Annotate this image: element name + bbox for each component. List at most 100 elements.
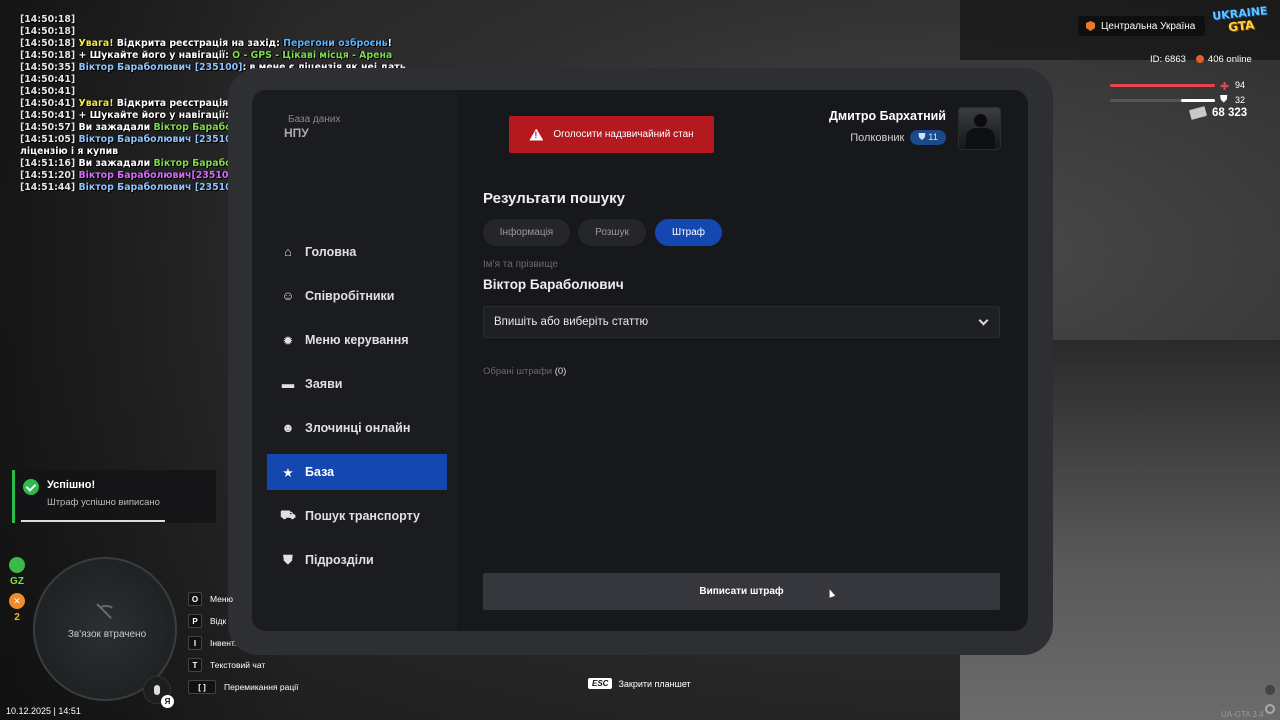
key-hint: [ ] Перемикання рації bbox=[188, 676, 298, 698]
esc-key: ESC bbox=[588, 678, 613, 689]
money-display: 68 323 bbox=[1188, 106, 1248, 120]
check-icon bbox=[23, 479, 39, 495]
voice-badge: Я bbox=[161, 695, 174, 708]
key-label: Перемикання рації bbox=[224, 682, 299, 692]
armor-value: 32 bbox=[1235, 95, 1246, 105]
key-hint: I Інвент. bbox=[188, 632, 298, 654]
sidebar-item-2[interactable]: ☺ Співробітники bbox=[267, 278, 447, 314]
chat-segment: [14:50:18] bbox=[20, 50, 79, 61]
health-value: 94 bbox=[1235, 80, 1246, 90]
article-select[interactable]: Впишіть або виберіть статтю bbox=[483, 306, 1000, 338]
sidebar-logo: НПУ bbox=[284, 126, 309, 140]
selected-fines-label: Обрані штрафи bbox=[483, 366, 553, 377]
chat-segment: Віктор Бараболювич [235100] bbox=[78, 62, 243, 73]
sidebar-item-label: Пошук транспорту bbox=[305, 509, 420, 523]
key-hint: T Текстовий чат bbox=[188, 654, 298, 676]
sidebar-item-3[interactable]: ✹ Меню керування bbox=[267, 322, 447, 358]
minimap-status: Зв'язок втрачено bbox=[67, 629, 147, 640]
sidebar-subtitle: База даних bbox=[288, 114, 341, 125]
chat-segment: Увага! bbox=[78, 98, 117, 109]
key-label: Інвент. bbox=[210, 638, 237, 648]
chat-segment: [14:51:20] bbox=[20, 170, 79, 181]
rank-label: Полковник bbox=[850, 131, 905, 144]
name-value: Віктор Бараболювич bbox=[483, 277, 624, 292]
star-icon: ★ bbox=[282, 465, 294, 480]
user-name: Дмитро Бархатний bbox=[828, 109, 946, 123]
tab-2[interactable]: Розшук bbox=[578, 219, 646, 246]
sidebar-item-label: Головна bbox=[305, 245, 357, 259]
chat-line: [14:50:18] bbox=[20, 14, 410, 26]
gear-icon: ✹ bbox=[282, 333, 294, 348]
chat-segment: [14:50:41] bbox=[20, 98, 79, 109]
esc-hint[interactable]: ESC Закрити планшет bbox=[588, 678, 691, 689]
sidebar-item-label: Співробітники bbox=[305, 289, 395, 303]
chat-segment: ! bbox=[387, 38, 392, 49]
chevron-down-icon bbox=[978, 315, 989, 325]
side-status-icons: GZ ✕ 2 bbox=[8, 557, 26, 623]
chat-line: [14:50:18] Увага! Відкрита реєстрація на… bbox=[20, 38, 410, 50]
server-logo: UKRAINE GTA bbox=[1208, 4, 1273, 43]
chat-segment: [14:51:16] bbox=[20, 158, 79, 169]
chat-line: [14:50:18] + Шукайте його у навігації: O… bbox=[20, 50, 410, 62]
chat-segment: [14:50:35] bbox=[20, 62, 79, 73]
article-select-placeholder: Впишіть або виберіть статтю bbox=[494, 316, 649, 328]
name-label: Ім'я та прізвище bbox=[483, 259, 558, 270]
key-label: Відк bbox=[210, 616, 227, 626]
sidebar-item-label: Злочинці онлайн bbox=[305, 421, 411, 435]
tab-3[interactable]: Штраф bbox=[655, 219, 722, 246]
sidebar-item-label: Підрозділи bbox=[305, 553, 374, 567]
region-icon bbox=[1086, 21, 1095, 31]
chat-segment: ліцензію і я купив bbox=[20, 146, 119, 157]
notification-title: Успішно! bbox=[47, 479, 96, 491]
chat-segment: + Шукайте його у навігації: bbox=[78, 50, 233, 61]
sidebar-item-label: Заяви bbox=[305, 377, 343, 391]
chat-segment: Віктор Бараболювич [235100] bbox=[78, 134, 243, 145]
chat-segment: [14:50:41] bbox=[20, 110, 79, 121]
health-bar bbox=[1110, 84, 1215, 87]
folder-icon: ▬ bbox=[281, 377, 295, 391]
emergency-button-label: Оголосити надзвичайний стан bbox=[553, 129, 694, 140]
issue-fine-button[interactable]: Виписати штраф bbox=[483, 573, 1000, 610]
chat-segment: Ви зажадали bbox=[78, 158, 154, 169]
orange-status-value: 2 bbox=[14, 612, 20, 623]
sidebar-item-1[interactable]: ⌂ Головна bbox=[267, 234, 447, 270]
sidebar-item-label: База bbox=[305, 465, 335, 479]
employees-icon: ☺ bbox=[281, 289, 295, 303]
chat-segment: Ви зажадали bbox=[78, 122, 154, 133]
microphone-icon bbox=[154, 685, 160, 695]
gang-zone-icon bbox=[9, 557, 25, 573]
key-cap: P bbox=[188, 614, 202, 628]
avatar bbox=[958, 107, 1001, 150]
sidebar-item-8[interactable]: ⛊ Підрозділи bbox=[267, 542, 447, 578]
tablet-screen: База даних НПУ ⌂ Головна ☺ Співробітники ✹ Ме… bbox=[252, 90, 1028, 631]
chat-segment: [14:51:05] bbox=[20, 134, 79, 145]
sidebar: База даних НПУ ⌂ Головна ☺ Співробітники ✹ Ме… bbox=[252, 90, 457, 631]
key-label: Текстовий чат bbox=[210, 660, 266, 670]
player-id: ID: 6863 bbox=[1150, 54, 1186, 65]
sidebar-item-5[interactable]: ☻ Злочинці онлайн bbox=[267, 410, 447, 446]
version-label: UA-GTA 3.4 bbox=[1221, 710, 1264, 719]
key-hints: O Меню P Відк I Інвент. T Текстовий чат [ ] Перем… bbox=[188, 588, 298, 698]
emergency-button[interactable]: Оголосити надзвичайний стан bbox=[509, 116, 714, 153]
money-value: 68 323 bbox=[1212, 107, 1248, 119]
avatar-body bbox=[966, 128, 995, 149]
esc-label: Закрити планшет bbox=[618, 678, 691, 689]
rank-badge: ⛊ 11 bbox=[910, 130, 946, 145]
sidebar-item-6[interactable]: ★ База bbox=[267, 454, 447, 490]
chat-segment: Віктор Бараболювич [235100] bbox=[78, 182, 243, 193]
user-rank: Полковник ⛊ 11 bbox=[850, 130, 946, 145]
sidebar-item-label: Меню керування bbox=[305, 333, 409, 347]
chat-segment: O - GPS - Цікаві місця - Арена bbox=[232, 50, 393, 61]
chat-segment: [14:50:41] bbox=[20, 74, 76, 85]
sidebar-item-4[interactable]: ▬ Заяви bbox=[267, 366, 447, 402]
sidebar-item-7[interactable]: ⛟ Пошук транспорту bbox=[267, 498, 447, 534]
chat-segment: [14:50:18] bbox=[20, 26, 76, 37]
key-label: Меню bbox=[210, 594, 233, 604]
orange-status-icon: ✕ bbox=[9, 593, 25, 609]
chat-segment: [14:50:18] bbox=[20, 38, 79, 49]
online-icon bbox=[1195, 55, 1204, 64]
cash-icon bbox=[1188, 106, 1208, 120]
bottom-settings-icon bbox=[1265, 704, 1275, 714]
online-count: 406 online bbox=[1195, 54, 1252, 65]
tab-1[interactable]: Інформація bbox=[483, 219, 570, 246]
